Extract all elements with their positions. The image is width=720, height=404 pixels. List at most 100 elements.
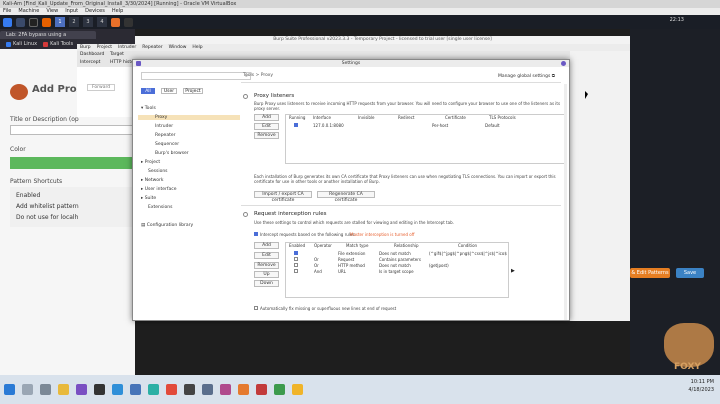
help-icon[interactable] bbox=[243, 94, 248, 99]
obs-icon[interactable] bbox=[184, 384, 195, 395]
tree-proxy[interactable]: Proxy bbox=[138, 115, 240, 120]
close-icon[interactable] bbox=[561, 61, 566, 66]
app-icon[interactable] bbox=[256, 384, 267, 395]
listener-remove-button[interactable]: Remove bbox=[254, 132, 279, 139]
rule-enabled-checkbox[interactable] bbox=[294, 257, 298, 261]
settings-search-input[interactable]: ⌕ bbox=[141, 72, 251, 80]
tree-suite[interactable]: ▸ Suite bbox=[141, 196, 156, 201]
virtualbox-icon[interactable] bbox=[130, 384, 141, 395]
bookmark-kali-linux[interactable]: Kali Linux bbox=[6, 41, 37, 47]
burp-icon[interactable] bbox=[111, 17, 120, 27]
chrome-icon[interactable] bbox=[292, 384, 303, 395]
col-operator: Operator bbox=[314, 243, 332, 248]
tree-intruder[interactable]: Intruder bbox=[155, 124, 173, 129]
expand-arrow-icon[interactable]: ▶ bbox=[511, 268, 515, 274]
terminal-icon[interactable] bbox=[29, 17, 38, 27]
pattern-enabled[interactable]: Enabled bbox=[10, 190, 135, 201]
rule-remove-button[interactable]: Remove bbox=[254, 262, 279, 269]
burp-menu-project[interactable]: Project bbox=[97, 44, 112, 51]
vbox-menu-help[interactable]: Help bbox=[112, 8, 123, 15]
burp-menu-help[interactable]: Help bbox=[192, 44, 202, 51]
manage-global-settings-link[interactable]: Manage global settings ⧉ bbox=[498, 73, 555, 79]
scope-project-button[interactable]: Project bbox=[183, 88, 203, 94]
regenerate-ca-button[interactable]: Regenerate CA certificate bbox=[317, 191, 375, 203]
search-icon[interactable] bbox=[22, 384, 33, 395]
tree-user-interface[interactable]: ▸ User interface bbox=[141, 187, 176, 192]
vbox-menu-input[interactable]: Input bbox=[65, 8, 78, 15]
pattern-whitelist[interactable]: Add whitelist pattern bbox=[10, 201, 135, 212]
chrome-icon[interactable] bbox=[166, 384, 177, 395]
tab-dashboard[interactable]: Dashboard bbox=[80, 52, 104, 57]
tab-target[interactable]: Target bbox=[110, 52, 124, 57]
app-icon[interactable] bbox=[274, 384, 285, 395]
intercept-requests-checkbox[interactable] bbox=[254, 232, 258, 236]
taskbar-clock[interactable]: 10:11 PM 4/18/2023 bbox=[688, 378, 714, 394]
scope-user-button[interactable]: User bbox=[161, 88, 177, 94]
tree-repeater[interactable]: Repeater bbox=[155, 133, 175, 138]
title-input[interactable] bbox=[10, 125, 135, 135]
vbox-menu-bar: File Machine View Input Devices Help bbox=[0, 8, 720, 15]
vbox-menu-file[interactable]: File bbox=[3, 8, 11, 15]
tree-config-library[interactable]: ▤ Configuration library bbox=[141, 223, 193, 228]
file-explorer-icon[interactable] bbox=[58, 384, 69, 395]
burp-menu-intruder[interactable]: Intruder bbox=[118, 44, 136, 51]
workspace-4[interactable]: 4 bbox=[97, 17, 107, 27]
rule-enabled-checkbox[interactable] bbox=[294, 263, 298, 267]
file-manager-icon[interactable] bbox=[16, 17, 25, 27]
browser-tab[interactable]: Lab: 2FA bypass using a bbox=[0, 31, 96, 39]
kali-menu-icon[interactable] bbox=[3, 17, 12, 27]
edit-patterns-button[interactable]: & Edit Patterns bbox=[630, 268, 670, 278]
tree-burps-browser[interactable]: Burp's browser bbox=[155, 151, 189, 156]
tree-project[interactable]: ▸ Project bbox=[141, 160, 160, 165]
rule-add-button[interactable]: Add bbox=[254, 242, 279, 249]
tree-sessions[interactable]: Sessions bbox=[148, 169, 168, 174]
burp-menu-window[interactable]: Window bbox=[169, 44, 187, 51]
vscode-icon[interactable] bbox=[112, 384, 123, 395]
terminal-icon-2[interactable] bbox=[124, 17, 133, 27]
terminal-app-icon[interactable] bbox=[94, 384, 105, 395]
running-checkbox[interactable] bbox=[294, 123, 298, 127]
listener-edit-button[interactable]: Edit bbox=[254, 123, 279, 130]
rule-enabled-checkbox[interactable] bbox=[294, 251, 298, 255]
tree-tools[interactable]: ▾ Tools bbox=[141, 106, 156, 111]
workspace-2[interactable]: 2 bbox=[69, 17, 79, 27]
tree-sequencer[interactable]: Sequencer bbox=[155, 142, 179, 147]
save-button[interactable]: Save bbox=[676, 268, 704, 278]
windows-start-icon[interactable] bbox=[4, 384, 15, 395]
color-picker[interactable] bbox=[10, 157, 135, 169]
task-view-icon[interactable] bbox=[40, 384, 51, 395]
burp-menu-repeater[interactable]: Repeater bbox=[142, 44, 162, 51]
bookmark-kali-tools[interactable]: Kali Tools bbox=[43, 41, 73, 47]
vbox-menu-view[interactable]: View bbox=[46, 8, 58, 15]
app-icon[interactable] bbox=[220, 384, 231, 395]
vbox-menu-devices[interactable]: Devices bbox=[85, 8, 105, 15]
auto-fix-checkbox[interactable] bbox=[254, 306, 258, 310]
help-icon[interactable] bbox=[243, 212, 248, 217]
rule-edit-button[interactable]: Edit bbox=[254, 252, 279, 259]
subtab-intercept[interactable]: Intercept bbox=[80, 60, 100, 65]
import-export-ca-button[interactable]: Import / export CA certificate bbox=[254, 191, 312, 203]
interception-rules-title: Request interception rules bbox=[254, 211, 327, 217]
forward-button[interactable]: Forward bbox=[87, 84, 116, 91]
pattern-localhost[interactable]: Do not use for localh bbox=[10, 212, 135, 223]
section-divider bbox=[241, 205, 561, 206]
tree-network[interactable]: ▸ Network bbox=[141, 178, 164, 183]
workspace-1[interactable]: 1 bbox=[55, 17, 65, 27]
rule-down-button[interactable]: Down bbox=[254, 280, 279, 287]
app-icon[interactable] bbox=[202, 384, 213, 395]
firefox-icon[interactable] bbox=[42, 17, 51, 27]
subtab-http-history[interactable]: HTTP histo bbox=[110, 60, 134, 65]
rule-up-button[interactable]: Up bbox=[254, 271, 279, 278]
vbox-menu-machine[interactable]: Machine bbox=[18, 8, 39, 15]
settings-scrollbar[interactable] bbox=[564, 84, 567, 320]
workspace-3[interactable]: 3 bbox=[83, 17, 93, 27]
tree-extensions[interactable]: Extensions bbox=[148, 205, 172, 210]
scope-all-button[interactable]: All bbox=[141, 88, 155, 94]
bookmark-label: Kali Linux bbox=[13, 41, 38, 47]
burp-menu-burp[interactable]: Burp bbox=[80, 44, 91, 51]
edge-icon[interactable] bbox=[148, 384, 159, 395]
app-icon[interactable] bbox=[238, 384, 249, 395]
visual-studio-icon[interactable] bbox=[76, 384, 87, 395]
listener-add-button[interactable]: Add bbox=[254, 114, 279, 121]
rule-enabled-checkbox[interactable] bbox=[294, 269, 298, 273]
